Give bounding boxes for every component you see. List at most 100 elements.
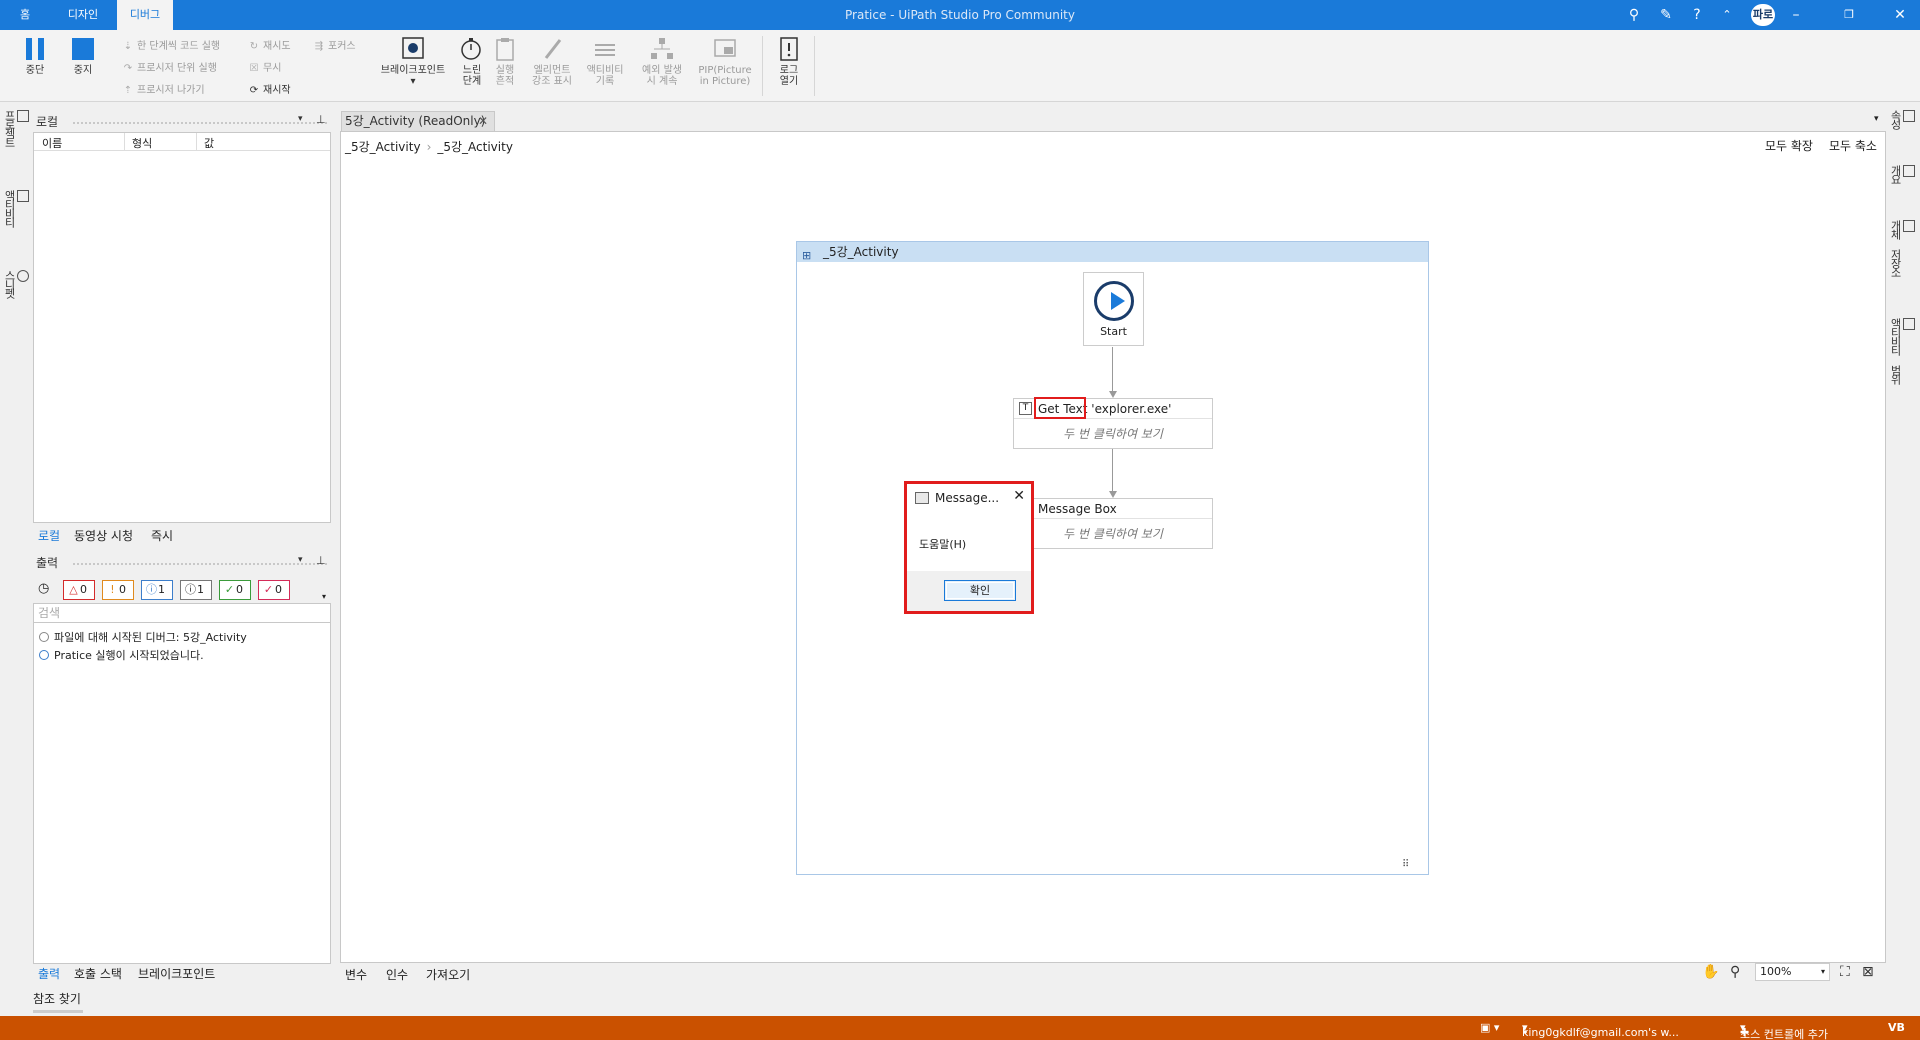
tab-breakpoints[interactable]: 브레이크포인트: [138, 965, 215, 982]
tab-imports[interactable]: 가져오기: [426, 966, 470, 983]
filter-failed[interactable]: ✓ 0: [258, 580, 290, 600]
overview-icon[interactable]: ⊠: [1862, 964, 1874, 980]
tab-list-dropdown-icon[interactable]: ▾: [1874, 114, 1879, 124]
filter-trace[interactable]: ⓘ1: [180, 580, 212, 600]
slow-step-button[interactable]: 느린 단계: [456, 36, 488, 87]
sidebar-tab-outline[interactable]: 개요: [1889, 165, 1915, 183]
sidebar-tab-object-repository[interactable]: 개체 저장소: [1889, 220, 1915, 276]
filter-errors[interactable]: △ 0: [63, 580, 95, 600]
step-out-button[interactable]: ⇡ 프로시저 나가기: [122, 81, 205, 96]
column-name[interactable]: 이름: [42, 135, 62, 151]
tab-debug[interactable]: 디버그: [117, 0, 173, 30]
find-references-tab[interactable]: 참조 찾기: [33, 990, 81, 1007]
close-icon[interactable]: ✕: [1890, 5, 1910, 25]
drag-handle[interactable]: [72, 562, 328, 566]
scroll-down-icon[interactable]: ▾: [322, 592, 326, 601]
tab-call-stack[interactable]: 호출 스택: [74, 965, 122, 982]
pip-button[interactable]: PIP(Picture in Picture): [694, 36, 756, 87]
drag-handle[interactable]: [72, 121, 328, 125]
repository-icon: [1903, 220, 1915, 232]
column-type[interactable]: 형식: [132, 135, 152, 151]
sidebar-tab-snippets[interactable]: 스니펫: [3, 270, 29, 297]
tab-watch[interactable]: 동영상 시청: [74, 527, 133, 544]
tab-locals[interactable]: 로컬: [38, 527, 60, 544]
feedback-icon[interactable]: ✎: [1655, 5, 1677, 25]
breadcrumb-item[interactable]: _5강_Activity: [345, 140, 421, 154]
clipboard-icon: [496, 38, 514, 61]
help-icon[interactable]: ?: [1684, 5, 1710, 25]
highlight-elements-button[interactable]: 엘리먼트 강조 표시: [524, 36, 580, 87]
stop-button[interactable]: 중지: [66, 36, 100, 76]
check-icon: ✓: [224, 583, 235, 596]
notification-icon[interactable]: ▣ ▾: [1480, 1021, 1499, 1034]
zoom-select[interactable]: 100% ▾: [1755, 963, 1830, 981]
close-icon[interactable]: ✕: [1013, 488, 1025, 504]
zoom-icon[interactable]: ⚲: [1730, 964, 1740, 980]
log-line[interactable]: Pratice 실행이 시작되었습니다.: [39, 647, 204, 663]
sidebar-tab-properties[interactable]: 속성: [1889, 110, 1915, 128]
fit-screen-icon[interactable]: ⛶: [1840, 964, 1850, 980]
account-selector[interactable]: • king0gkdlf@gmail.com's w... ▾: [1522, 1021, 1679, 1039]
add-to-source-control-button[interactable]: ✚ 소스 컨트롤에 추가 ▾: [1740, 1021, 1828, 1040]
chevron-right-icon: ›: [426, 140, 432, 154]
step-into-button[interactable]: ⇣ 한 단계씩 코드 실행: [122, 37, 220, 52]
close-tab-icon[interactable]: ✕: [478, 112, 488, 131]
activity-message-box[interactable]: Message Box 두 번 클릭하여 보기: [1013, 498, 1213, 549]
minimize-icon[interactable]: –: [1786, 5, 1806, 25]
ignore-button[interactable]: ☒ 무시: [248, 59, 282, 74]
step-over-button[interactable]: ↷ 프로시저 단위 실행: [122, 59, 217, 74]
avatar[interactable]: 파로: [1751, 4, 1775, 26]
focus-button[interactable]: ⇶ 포커스: [313, 37, 356, 52]
tab-output[interactable]: 출력: [38, 965, 60, 982]
collapse-all-link[interactable]: 모두 축소: [1829, 137, 1877, 154]
restart-button[interactable]: ⟳ 재시작: [248, 81, 291, 96]
activity-header: Message Box: [1014, 499, 1212, 519]
restore-icon[interactable]: ❐: [1839, 5, 1859, 25]
tab-design[interactable]: 디자인: [52, 0, 114, 30]
resize-grip-icon[interactable]: ⠿: [1402, 859, 1409, 870]
sidebar-tab-activities[interactable]: 액티비티: [3, 190, 29, 226]
log-activities-button[interactable]: 액티비티 기록: [580, 36, 630, 87]
breakpoint-icon: [402, 37, 424, 59]
breakpoints-button[interactable]: 브레이크포인트 ▾: [372, 36, 454, 87]
ok-button[interactable]: 확인: [944, 580, 1016, 601]
open-logs-button[interactable]: 로그 열기: [772, 36, 806, 87]
retry-button[interactable]: ↻ 재시도: [248, 37, 291, 52]
chevron-down-icon[interactable]: ▾: [298, 555, 303, 565]
chevron-down-icon[interactable]: ▾: [298, 114, 303, 124]
ribbon: 중단 중지 ⇣ 한 단계씩 코드 실행 ↷ 프로시저 단위 실행 ⇡ 프로시저 나가기…: [0, 30, 1920, 102]
filter-info[interactable]: ⓘ1: [141, 580, 173, 600]
tab-home[interactable]: 홈: [0, 0, 50, 30]
filter-success[interactable]: ✓ 0: [219, 580, 251, 600]
clock-icon[interactable]: ◷: [38, 581, 49, 596]
flow-connector: [1112, 449, 1113, 491]
step-into-icon: ⇣: [123, 41, 133, 52]
pin-icon[interactable]: ⊥: [316, 113, 326, 126]
chevron-up-icon[interactable]: ⌃: [1719, 5, 1735, 25]
sidebar-tab-project[interactable]: 프로젝트: [3, 110, 29, 146]
document-tab[interactable]: 5강_Activity (ReadOnly) ✕: [341, 111, 495, 131]
tab-variables[interactable]: 변수: [345, 966, 367, 983]
arrow-down-icon: [1109, 391, 1117, 398]
filter-warnings[interactable]: ! 0: [102, 580, 134, 600]
check-red-icon: ✓: [263, 583, 274, 596]
expand-all-link[interactable]: 모두 확장: [1765, 137, 1813, 154]
hand-icon[interactable]: ✋: [1702, 964, 1719, 980]
output-search-input[interactable]: 검색: [33, 603, 331, 623]
dialog-message: 도움말(H): [919, 538, 967, 551]
tab-arguments[interactable]: 인수: [386, 966, 408, 983]
breadcrumb-item[interactable]: _5강_Activity: [437, 140, 513, 154]
continue-on-exception-button[interactable]: 예외 발생 시 계속: [634, 36, 690, 87]
sidebar-tab-activity-scope[interactable]: 액티비티 범위: [1889, 318, 1915, 383]
execution-trail-button[interactable]: 실행 흔적: [490, 36, 520, 87]
step-over-icon: ↷: [123, 63, 133, 74]
start-node[interactable]: Start: [1083, 272, 1144, 346]
log-line[interactable]: 파일에 대해 시작된 디버그: 5강_Activity: [39, 629, 247, 645]
search-icon[interactable]: ⚲: [1624, 5, 1644, 25]
breadcrumb: _5강_Activity › _5강_Activity: [345, 138, 519, 155]
pause-button[interactable]: 중단: [18, 36, 52, 76]
pin-icon[interactable]: ⊥: [316, 554, 326, 567]
tab-immediate[interactable]: 즉시: [151, 527, 173, 544]
column-value[interactable]: 값: [204, 135, 214, 151]
info-icon: ⓘ: [146, 583, 157, 596]
